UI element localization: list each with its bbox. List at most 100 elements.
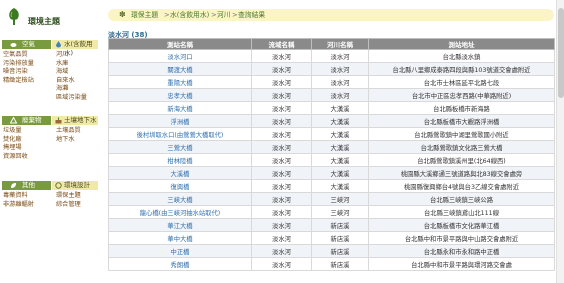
sidebar-link-toxics[interactable]: 毒藥資料 [3,192,34,201]
station-name-cell[interactable]: 後村圳取水口(由鶯鶯大橋取代) [108,127,252,142]
main-content: ✽ 環保主題 > 水(含飲用水) > 河川 > 查詢結果 淡水河 (38) 測站… [108,0,555,283]
leaf-icon [11,183,16,188]
breadcrumb-separator: > [164,11,170,19]
star-icon: ✽ [119,10,126,19]
address-cell: 台北縣淡水鎮 [368,48,555,64]
station-name-cell[interactable]: 柑林陸橋 [108,153,252,168]
river-cell: 淡水河 [311,62,369,77]
sidebar-link-reservoirs[interactable]: 水庫 [56,60,87,69]
breadcrumb-separator: > [232,11,238,19]
sidebar-link-landfills[interactable]: 掩埋場 [3,144,28,153]
table-row: 三峽大橋 淡水河 三峽河 台北縣三峽鎮三峽公路 [108,192,555,207]
station-name-cell[interactable]: 淡水河口 [108,48,252,64]
sidebar-link-radiation[interactable]: 非游離輻射 [3,201,34,210]
sidebar-link-air-quality[interactable]: 空氣品質 [3,51,34,60]
station-name-cell[interactable]: 龍心橋(由三峽河抽水站取代) [108,205,252,220]
table-row: 秀朗橋 淡水河 新店溪 台北縣中和市景平路與環河路交會處 [108,257,555,272]
category-other-design: 其他 環境設計 毒藥資料 非游離輻射 環保主題 綜合管理 [2,181,98,208]
recycle-icon [10,117,17,124]
station-name-cell[interactable]: 忠孝大橋 [108,88,252,103]
column-header-address: 測站地址 [368,38,555,50]
breadcrumb-env-topics[interactable]: 環保主題 [131,11,158,19]
category-header: 其他 環境設計 [2,181,98,190]
basin-cell: 淡水河 [251,140,312,155]
sidebar-link-inspection-station[interactable]: 精緻定檢站 [3,77,34,86]
address-cell: 台北市中正區忠孝西路(中華路附近) [368,88,555,103]
basin-cell: 淡水河 [251,257,312,272]
sidebar-link-regional-pollution[interactable]: 區域污染量 [56,94,87,103]
sidebar-link-sea-areas[interactable]: 海域 [56,68,87,77]
column-header-river: 河川名稱 [311,38,369,50]
sidebar-link-rivers[interactable]: 河川 [56,51,87,60]
station-name-cell[interactable]: 重陽大橋 [108,75,252,90]
basin-cell: 淡水河 [251,114,312,129]
basin-cell: 淡水河 [251,244,312,259]
river-cell: 三峽河 [311,205,369,220]
soil-icon [55,117,62,124]
station-name-cell[interactable]: 華中大橋 [108,231,252,246]
address-cell: 台北縣板橋市文化路華江橋 [368,218,555,233]
station-name-cell[interactable]: 三峽大橋 [108,192,252,207]
sidebar-link-management[interactable]: 綜合管理 [56,201,81,210]
sidebar-link-emissions[interactable]: 污染排放量 [3,60,34,69]
basin-cell: 淡水河 [251,101,312,116]
station-name-cell[interactable]: 新海大橋 [108,101,252,116]
vertical-scrollbar[interactable] [556,0,564,283]
station-name-cell[interactable]: 大溪橋 [108,166,252,181]
category-air-water: 空氣 水(含飲用水) 空氣品質 污染排放量 噪音污染 精緻定檢站 河川 水庫 海… [2,40,98,101]
sidebar-link-groundwater[interactable]: 地下水 [56,136,81,145]
river-cell: 淡水河 [311,75,369,90]
station-name-cell[interactable]: 中正橋 [108,244,252,259]
sidebar-link-env-topics[interactable]: 環保主題 [56,192,81,201]
table-header-row: 測站名稱 流域名稱 河川名稱 測站地址 [108,38,555,50]
basin-cell: 淡水河 [251,205,312,220]
table-row: 華江大橋 淡水河 新店溪 台北縣板橋市文化路華江橋 [108,218,555,233]
address-cell: 台北縣三峽鎮三峽公路 [368,192,555,207]
station-name-cell[interactable]: 三鶯大橋 [108,140,252,155]
river-cell: 大漢溪 [311,140,369,155]
table-row: 浮洲橋 淡水河 大漢溪 台北縣板橋市大觀路浮洲橋 [108,114,555,129]
river-cell: 大漢溪 [311,101,369,116]
sidebar-link-noise[interactable]: 噪音污染 [3,68,34,77]
basin-cell: 淡水河 [251,179,312,194]
river-cell: 新店溪 [311,231,369,246]
station-name-cell[interactable]: 秀朗橋 [108,257,252,272]
station-name-cell[interactable]: 浮洲橋 [108,114,252,129]
basin-cell: 淡水河 [251,75,312,90]
sidebar-link-incinerators[interactable]: 焚化廠 [3,136,28,145]
sidebar-link-recycling[interactable]: 資源回收 [3,153,28,162]
river-cell: 大漢溪 [311,127,369,142]
breadcrumb-rivers[interactable]: 河川 [217,11,231,19]
basin-cell: 淡水河 [251,153,312,168]
sidebar-link-soil-quality[interactable]: 土壤品質 [56,127,81,136]
table-row: 三鶯大橋 淡水河 大漢溪 台北縣鶯歌鎮文化路三鶯大橋 [108,140,555,155]
sidebar-title: 環境主題 [28,17,60,26]
table-row: 重陽大橋 淡水河 淡水河 台北市士林區延平北路七段 [108,75,555,90]
breadcrumb-water[interactable]: 水(含飲用水) [170,11,209,19]
breadcrumb-separator: > [211,11,217,19]
sidebar-link-beaches[interactable]: 海灘 [56,85,87,94]
table-row: 柑林陸橋 淡水河 大漢溪 台北縣鶯歌鎮溪州里(北64線西) [108,153,555,168]
table-row: 華中大橋 淡水河 新店溪 台北縣中和市景平路與中山路交會處附近 [108,231,555,246]
basin-cell: 淡水河 [251,88,312,103]
river-cell: 大漢溪 [311,166,369,181]
basin-cell: 淡水河 [251,192,312,207]
address-cell: 台北縣中和市景平路與中山路交會處附近 [368,231,555,246]
category-header: 廢棄物 土壤地下水 [2,116,98,125]
river-cell: 大漢溪 [311,153,369,168]
station-name-cell[interactable]: 華江大橋 [108,218,252,233]
address-cell: 台北縣三峽鎮鳶山北111線 [368,205,555,220]
basin-cell: 淡水河 [251,166,312,181]
address-cell: 台北縣鶯歌鎮溪州里(北64線西) [368,153,555,168]
station-name-cell[interactable]: 關渡大橋 [108,62,252,77]
river-cell: 新店溪 [311,244,369,259]
table-row: 中正橋 淡水河 新店溪 台北縣永和市永和路中正橋 [108,244,555,259]
station-name-cell[interactable]: 復興橋 [108,179,252,194]
category-waste-soil: 廢棄物 土壤地下水 垃圾量 焚化廠 掩埋場 資源回收 土壤品質 地下水 [2,116,98,160]
category-design-label: 環境設計 [64,181,90,189]
sidebar-link-garbage[interactable]: 垃圾量 [3,127,28,136]
design-icon [55,182,62,189]
category-air-label: 空氣 [22,40,35,48]
tree-logo-icon [9,8,19,25]
scrollbar-thumb[interactable] [558,8,564,98]
